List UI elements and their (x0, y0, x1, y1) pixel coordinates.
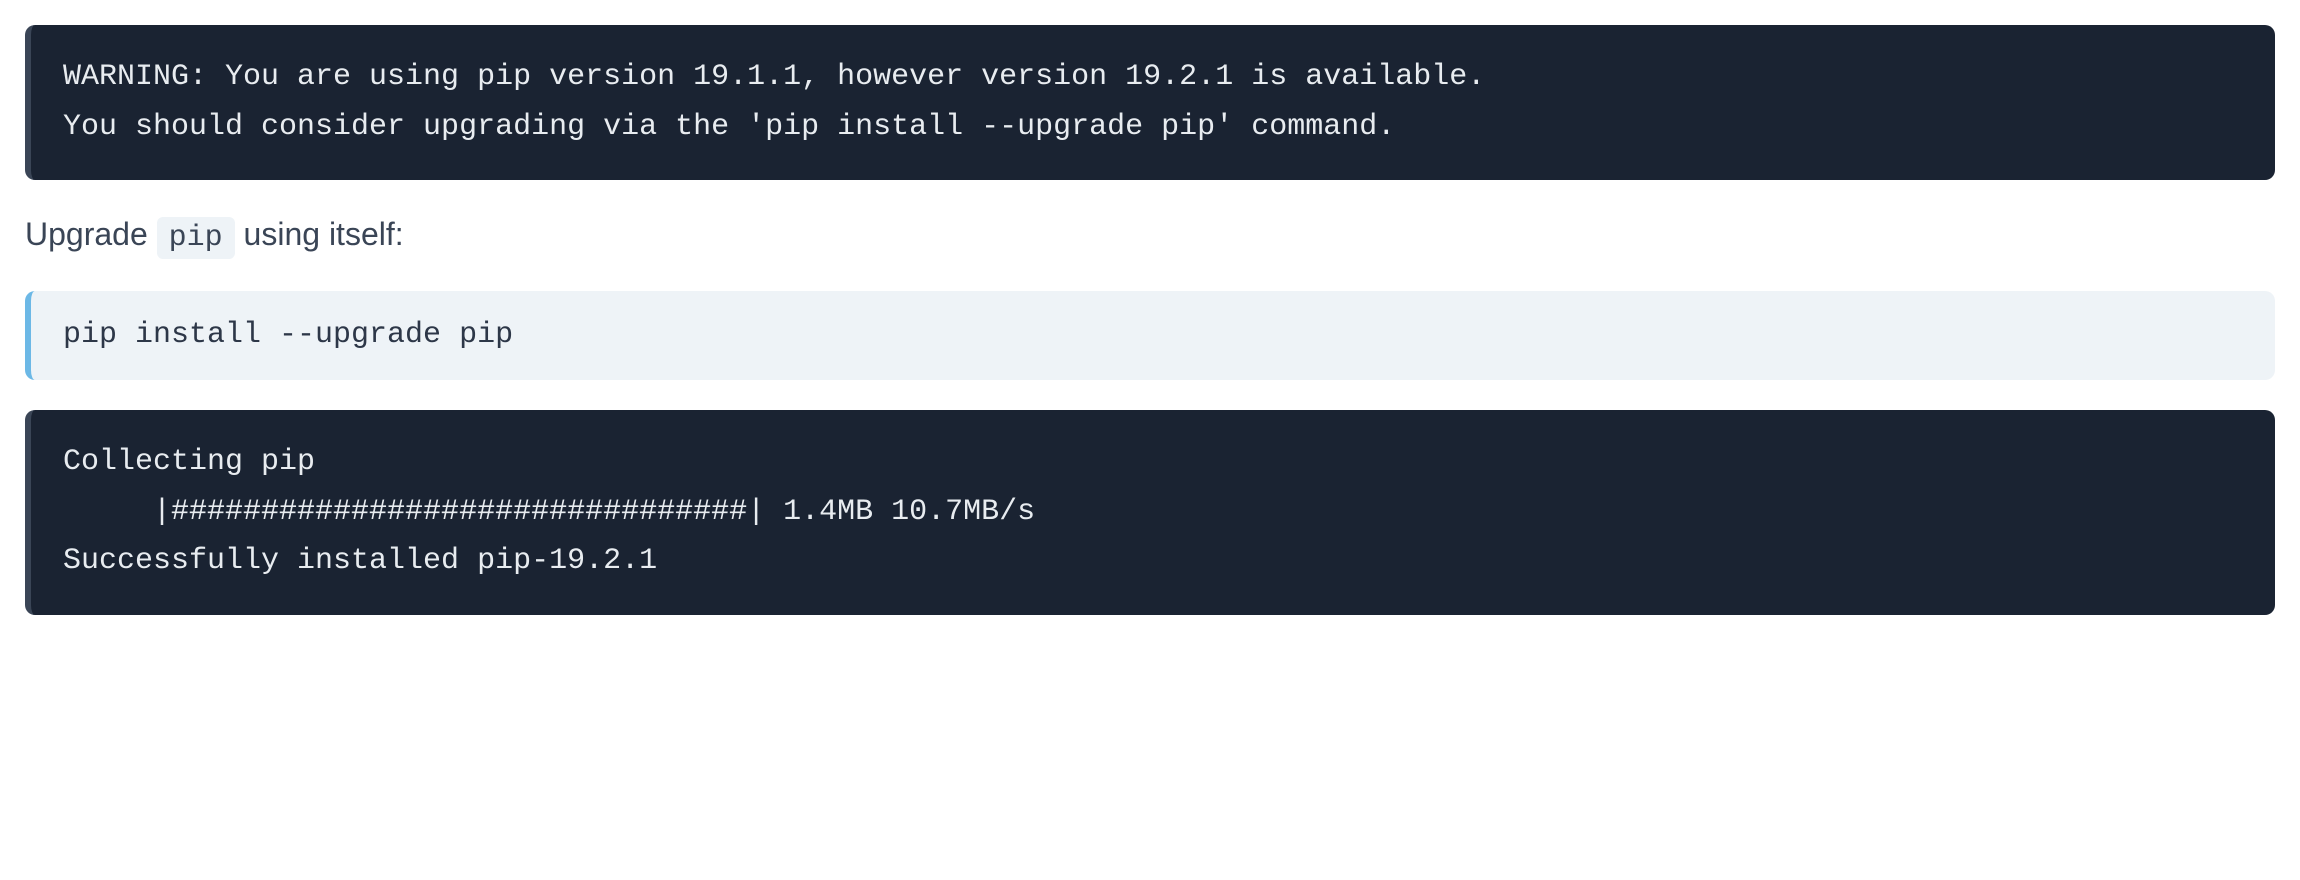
prose-text-before: Upgrade (25, 216, 157, 252)
instruction-text: Upgrade pip using itself: (25, 210, 2275, 261)
command-input-block: pip install --upgrade pip (25, 291, 2275, 380)
terminal-output-warning: WARNING: You are using pip version 19.1.… (25, 25, 2275, 180)
inline-code-pip: pip (157, 217, 235, 259)
prose-text-after: using itself: (235, 216, 404, 252)
terminal-output-result: Collecting pip |########################… (25, 410, 2275, 615)
